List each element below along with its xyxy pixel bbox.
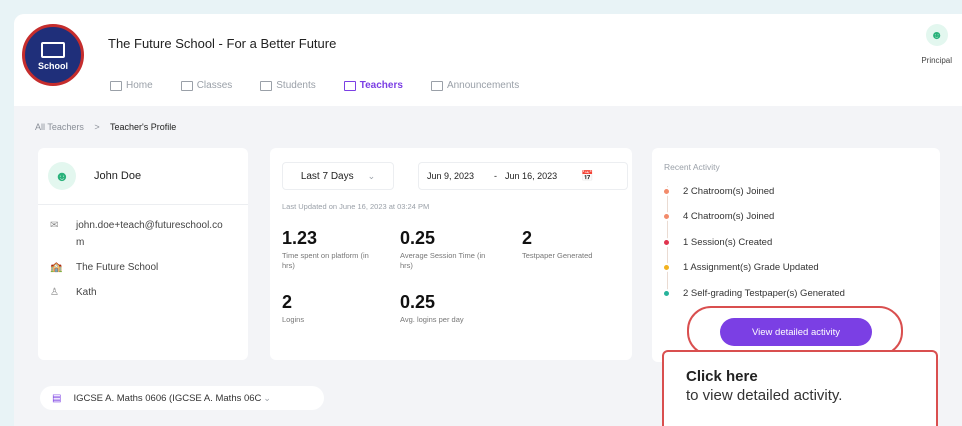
person-icon: ♙	[50, 287, 59, 298]
logo-text: School	[37, 60, 68, 71]
stat-value: 1.23	[282, 228, 318, 248]
date-to: Jun 16, 2023	[505, 171, 558, 181]
status-dot	[662, 238, 671, 247]
student-icon	[260, 80, 273, 91]
activity-text: 1 Session(s) Created	[683, 237, 773, 248]
nav-label: Students	[276, 80, 316, 91]
user-menu[interactable]: ☻ Principal	[921, 24, 952, 65]
activity-item: 2 Chatroom(s) Joined	[662, 186, 774, 197]
stat-logins: 2 Logins	[282, 292, 372, 325]
main-nav: Home Classes Students Teachers Announcem…	[110, 80, 547, 91]
stat-testpaper: 2 Testpaper Generated	[522, 228, 622, 261]
divider	[38, 204, 248, 205]
nav-label: Classes	[196, 80, 233, 91]
stat-value: 0.25	[400, 228, 436, 248]
date-from: Jun 9, 2023	[427, 171, 475, 181]
teacher-location: Kath	[76, 287, 97, 298]
stat-label: Avg. logins per day	[400, 315, 464, 324]
stat-value: 0.25	[400, 292, 436, 312]
activity-text: 2 Chatroom(s) Joined	[683, 186, 775, 197]
school-icon: 🏫	[50, 262, 63, 273]
monitor-icon: ▤	[52, 392, 62, 404]
breadcrumb-separator: >	[94, 122, 100, 132]
activity-item: 1 Assignment(s) Grade Updated	[662, 262, 819, 273]
view-detailed-activity-button[interactable]: View detailed activity	[720, 318, 872, 346]
avatar: ☻	[48, 162, 76, 190]
chevron-down-icon: ⌄	[367, 170, 376, 181]
calendar-icon[interactable]: 📅	[581, 171, 593, 182]
teacher-name: John Doe	[94, 170, 142, 182]
nav-label: Announcements	[446, 80, 520, 91]
stat-value: 2	[522, 228, 533, 248]
stat-label: Testpaper Generated	[522, 251, 593, 260]
tooltip-subtitle: to view detailed activity.	[686, 387, 843, 404]
last-updated: Last Updated on June 16, 2023 at 03:24 P…	[282, 202, 430, 211]
date-range-select[interactable]: Last 7 Days ⌄	[282, 162, 394, 190]
course-label: IGCSE A. Maths 0606 (IGCSE A. Maths 06C	[73, 392, 262, 404]
profile-card: ☻ John Doe ✉ john.doe+teach@futureschool…	[38, 148, 248, 360]
activity-item: 4 Chatroom(s) Joined	[662, 211, 774, 222]
breadcrumb: All Teachers > Teacher's Profile	[35, 122, 176, 132]
nav-item-students[interactable]: Students	[260, 80, 316, 91]
stat-time-spent: 1.23 Time spent on platform (in hrs)	[282, 228, 372, 271]
stat-avg-session: 0.25 Average Session Time (in hrs)	[400, 228, 490, 271]
megaphone-icon	[430, 80, 443, 91]
nav-item-announcements[interactable]: Announcements	[430, 80, 520, 91]
chevron-down-icon: ⌄	[263, 392, 271, 403]
status-dot	[662, 187, 671, 196]
stats-card: Last 7 Days ⌄ Jun 9, 2023 - Jun 16, 2023…	[270, 148, 632, 360]
school-logo[interactable]: School	[22, 24, 84, 86]
date-separator: -	[494, 171, 498, 181]
user-icon: ☻	[925, 24, 948, 46]
range-label: Last 7 Days	[300, 170, 354, 182]
stat-avg-logins: 0.25 Avg. logins per day	[400, 292, 490, 325]
guide-tooltip: Click here to view detailed activity.	[662, 350, 938, 426]
nav-item-home[interactable]: Home	[110, 80, 153, 91]
top-header: School The Future School - For a Better …	[14, 14, 962, 106]
nav-label: Home	[126, 80, 153, 91]
stat-label: Logins	[282, 315, 305, 324]
email-icon: ✉	[50, 220, 59, 231]
user-role: Principal	[921, 56, 952, 65]
book-icon	[41, 41, 65, 58]
status-dot	[662, 212, 671, 221]
tooltip-title: Click here	[686, 368, 758, 385]
grid-icon	[110, 80, 122, 91]
breadcrumb-current: Teacher's Profile	[109, 122, 177, 132]
recent-activity-title: Recent Activity	[664, 162, 720, 172]
stat-value: 2	[282, 292, 293, 312]
school-name: The Future School - For a Better Future	[108, 36, 337, 51]
activity-text: 1 Assignment(s) Grade Updated	[683, 262, 819, 273]
date-range-picker[interactable]: Jun 9, 2023 - Jun 16, 2023 📅	[418, 162, 628, 190]
activity-text: 4 Chatroom(s) Joined	[683, 211, 775, 222]
activity-item: 2 Self-grading Testpaper(s) Generated	[662, 288, 845, 299]
teacher-icon	[343, 80, 356, 91]
nav-label: Teachers	[359, 80, 403, 91]
nav-item-teachers[interactable]: Teachers	[343, 80, 403, 91]
activity-text: 2 Self-grading Testpaper(s) Generated	[683, 288, 845, 299]
stat-label: Time spent on platform (in hrs)	[282, 251, 369, 270]
status-dot	[662, 263, 671, 272]
breadcrumb-parent[interactable]: All Teachers	[35, 122, 84, 132]
status-dot	[662, 289, 671, 298]
stat-label: Average Session Time (in hrs)	[400, 251, 486, 270]
course-select[interactable]: ▤ IGCSE A. Maths 0606 (IGCSE A. Maths 06…	[40, 386, 324, 410]
board-icon	[180, 80, 193, 91]
nav-item-classes[interactable]: Classes	[180, 80, 233, 91]
activity-item: 1 Session(s) Created	[662, 237, 772, 248]
teacher-email: john.doe+teach@futureschool.com	[76, 220, 223, 248]
teacher-school: The Future School	[76, 262, 159, 273]
